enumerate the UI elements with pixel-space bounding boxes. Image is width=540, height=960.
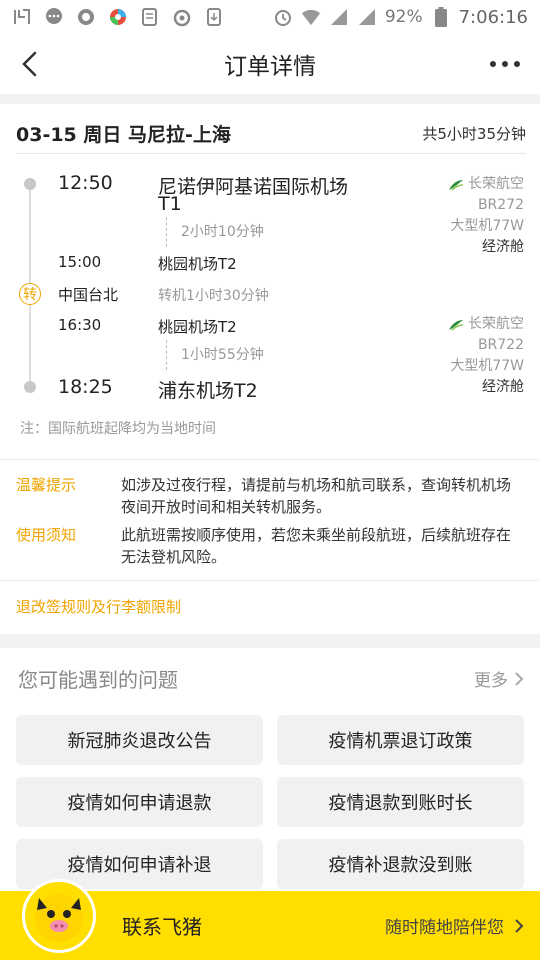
timeline-dot-start [24,178,36,190]
doc-icon [140,7,160,27]
battery-percent: 92% [384,7,423,27]
seg1-airline-name: 长荣航空 [468,176,524,192]
chevron-right-icon [515,671,524,686]
tip-text: 如涉及过夜行程，请提前与机场和航司联系，查询转机机场夜间开放时间和相关转机服务。 [121,476,512,516]
tips-section: 温馨提示 如涉及过夜行程，请提前与机场和航司联系，查询转机机场夜间开放时间和相关… [0,459,540,566]
seg1-depart-airport: 尼诺伊阿基诺国际机场 [158,176,349,198]
seg2-flight-no: BR722 [477,337,524,353]
title-bar: 订单详情 [0,34,540,94]
seg1-arrive-time: 15:00 [58,253,102,271]
more-button[interactable] [490,56,520,72]
seg2-arrive-airport: 浦东机场T2 [158,380,258,402]
seg2-cabin: 经济舱 [482,379,524,395]
flight-card: 03-15 周日 马尼拉-上海 共5小时35分钟 转 12:50 尼诺伊阿基诺国… [0,104,540,634]
companion-link[interactable]: 随时随地陪伴您 [385,913,524,938]
seg2-aircraft: 大型机77W [450,358,524,374]
local-time-note: 注：国际航班起降均为当地时间 [20,421,216,437]
status-bar: 92% 7:06:16 [0,0,540,34]
faq-button[interactable]: 疫情退款到账时长 [277,777,524,827]
more-dots-icon [490,61,496,67]
battery-icon [431,7,451,27]
faq-button[interactable]: 新冠肺炎退改公告 [16,715,263,765]
airline-logo-icon [449,179,464,191]
signal-icon-2 [357,7,377,27]
faq-header: 您可能遇到的问题 更多 [18,664,524,693]
faq-button[interactable]: 疫情补退款没到账 [277,839,524,889]
faq-more-label: 更多 [474,671,508,691]
contact-label: 联系飞猪 [122,915,202,939]
faq-button[interactable]: 疫情如何申请退款 [16,777,263,827]
seg2-airline-info: 长荣航空 BR722 大型机77W 经济舱 [448,314,524,398]
transfer-city: 中国台北 [58,286,119,304]
seg1-cabin: 经济舱 [482,239,524,255]
seg1-airline-info: 长荣航空 BR272 大型机77W 经济舱 [448,174,524,258]
route-header: 03-15 周日 马尼拉-上海 共5小时35分钟 [16,114,526,154]
swirl-app-icon [172,7,192,27]
clock: 7:06:16 [458,6,528,28]
faq-card: 您可能遇到的问题 更多 新冠肺炎退改公告 疫情机票退订政策 疫情如何申请退款 疫… [0,648,540,893]
total-duration: 共5小时35分钟 [422,125,526,143]
chevron-left-icon [22,51,37,77]
seg1-duration: 2小时10分钟 [166,217,264,247]
fliggy-pig-avatar-icon [22,879,96,953]
faq-grid: 新冠肺炎退改公告 疫情机票退订政策 疫情如何申请退款 疫情退款到账时长 疫情如何… [16,715,524,889]
wifi-icon [301,7,321,27]
faq-button[interactable]: 疫情机票退订政策 [277,715,524,765]
transfer-badge: 转 [19,283,41,305]
page-title: 订单详情 [224,54,316,80]
faq-more-link[interactable]: 更多 [474,666,524,691]
refund-rules-link[interactable]: 退改签规则及行李额限制 [0,580,540,632]
tip-row-warm: 温馨提示 如涉及过夜行程，请提前与机场和航司联系，查询转机机场夜间开放时间和相关… [16,474,526,518]
seg2-depart-airport: 桃园机场T2 [158,318,237,336]
signal-icon [329,7,349,27]
seg1-depart-terminal: T1 [158,193,182,215]
seg2-arrive-time: 18:25 [58,376,113,398]
seg2-duration: 1小时55分钟 [166,340,264,370]
message-icon [76,7,96,27]
seg2-depart-time: 16:30 [58,316,102,334]
transfer-info: 转机1小时30分钟 [158,288,269,304]
timeline-dot-end [24,381,36,393]
chevron-right-icon [515,918,524,933]
contact-bar[interactable]: 联系飞猪 随时随地陪伴您 [0,879,540,960]
seg1-aircraft: 大型机77W [450,218,524,234]
hearing-icon [12,7,32,27]
seg1-depart-time: 12:50 [58,172,113,194]
tip-row-usage: 使用须知 此航班需按顺序使用，若您未乘坐前段航班，后续航班存在无法登机风险。 [16,524,526,568]
tip-label: 使用须知 [16,526,77,544]
back-button[interactable] [20,50,46,78]
tip-text: 此航班需按顺序使用，若您未乘坐前段航班，后续航班存在无法登机风险。 [121,526,512,566]
tip-label: 温馨提示 [16,476,77,494]
download-icon [204,7,224,27]
faq-title: 您可能遇到的问题 [18,668,178,692]
camera-app-icon [108,7,128,27]
seg2-airline-name: 长荣航空 [468,316,524,332]
seg1-arrive-airport: 桃园机场T2 [158,255,237,273]
companion-label: 随时随地陪伴您 [385,918,504,938]
chat-icon [44,7,64,27]
route-title: 03-15 周日 马尼拉-上海 [16,124,231,146]
seg1-flight-no: BR272 [477,197,524,213]
airline-logo-icon [449,319,464,331]
alarm-icon [273,7,293,27]
